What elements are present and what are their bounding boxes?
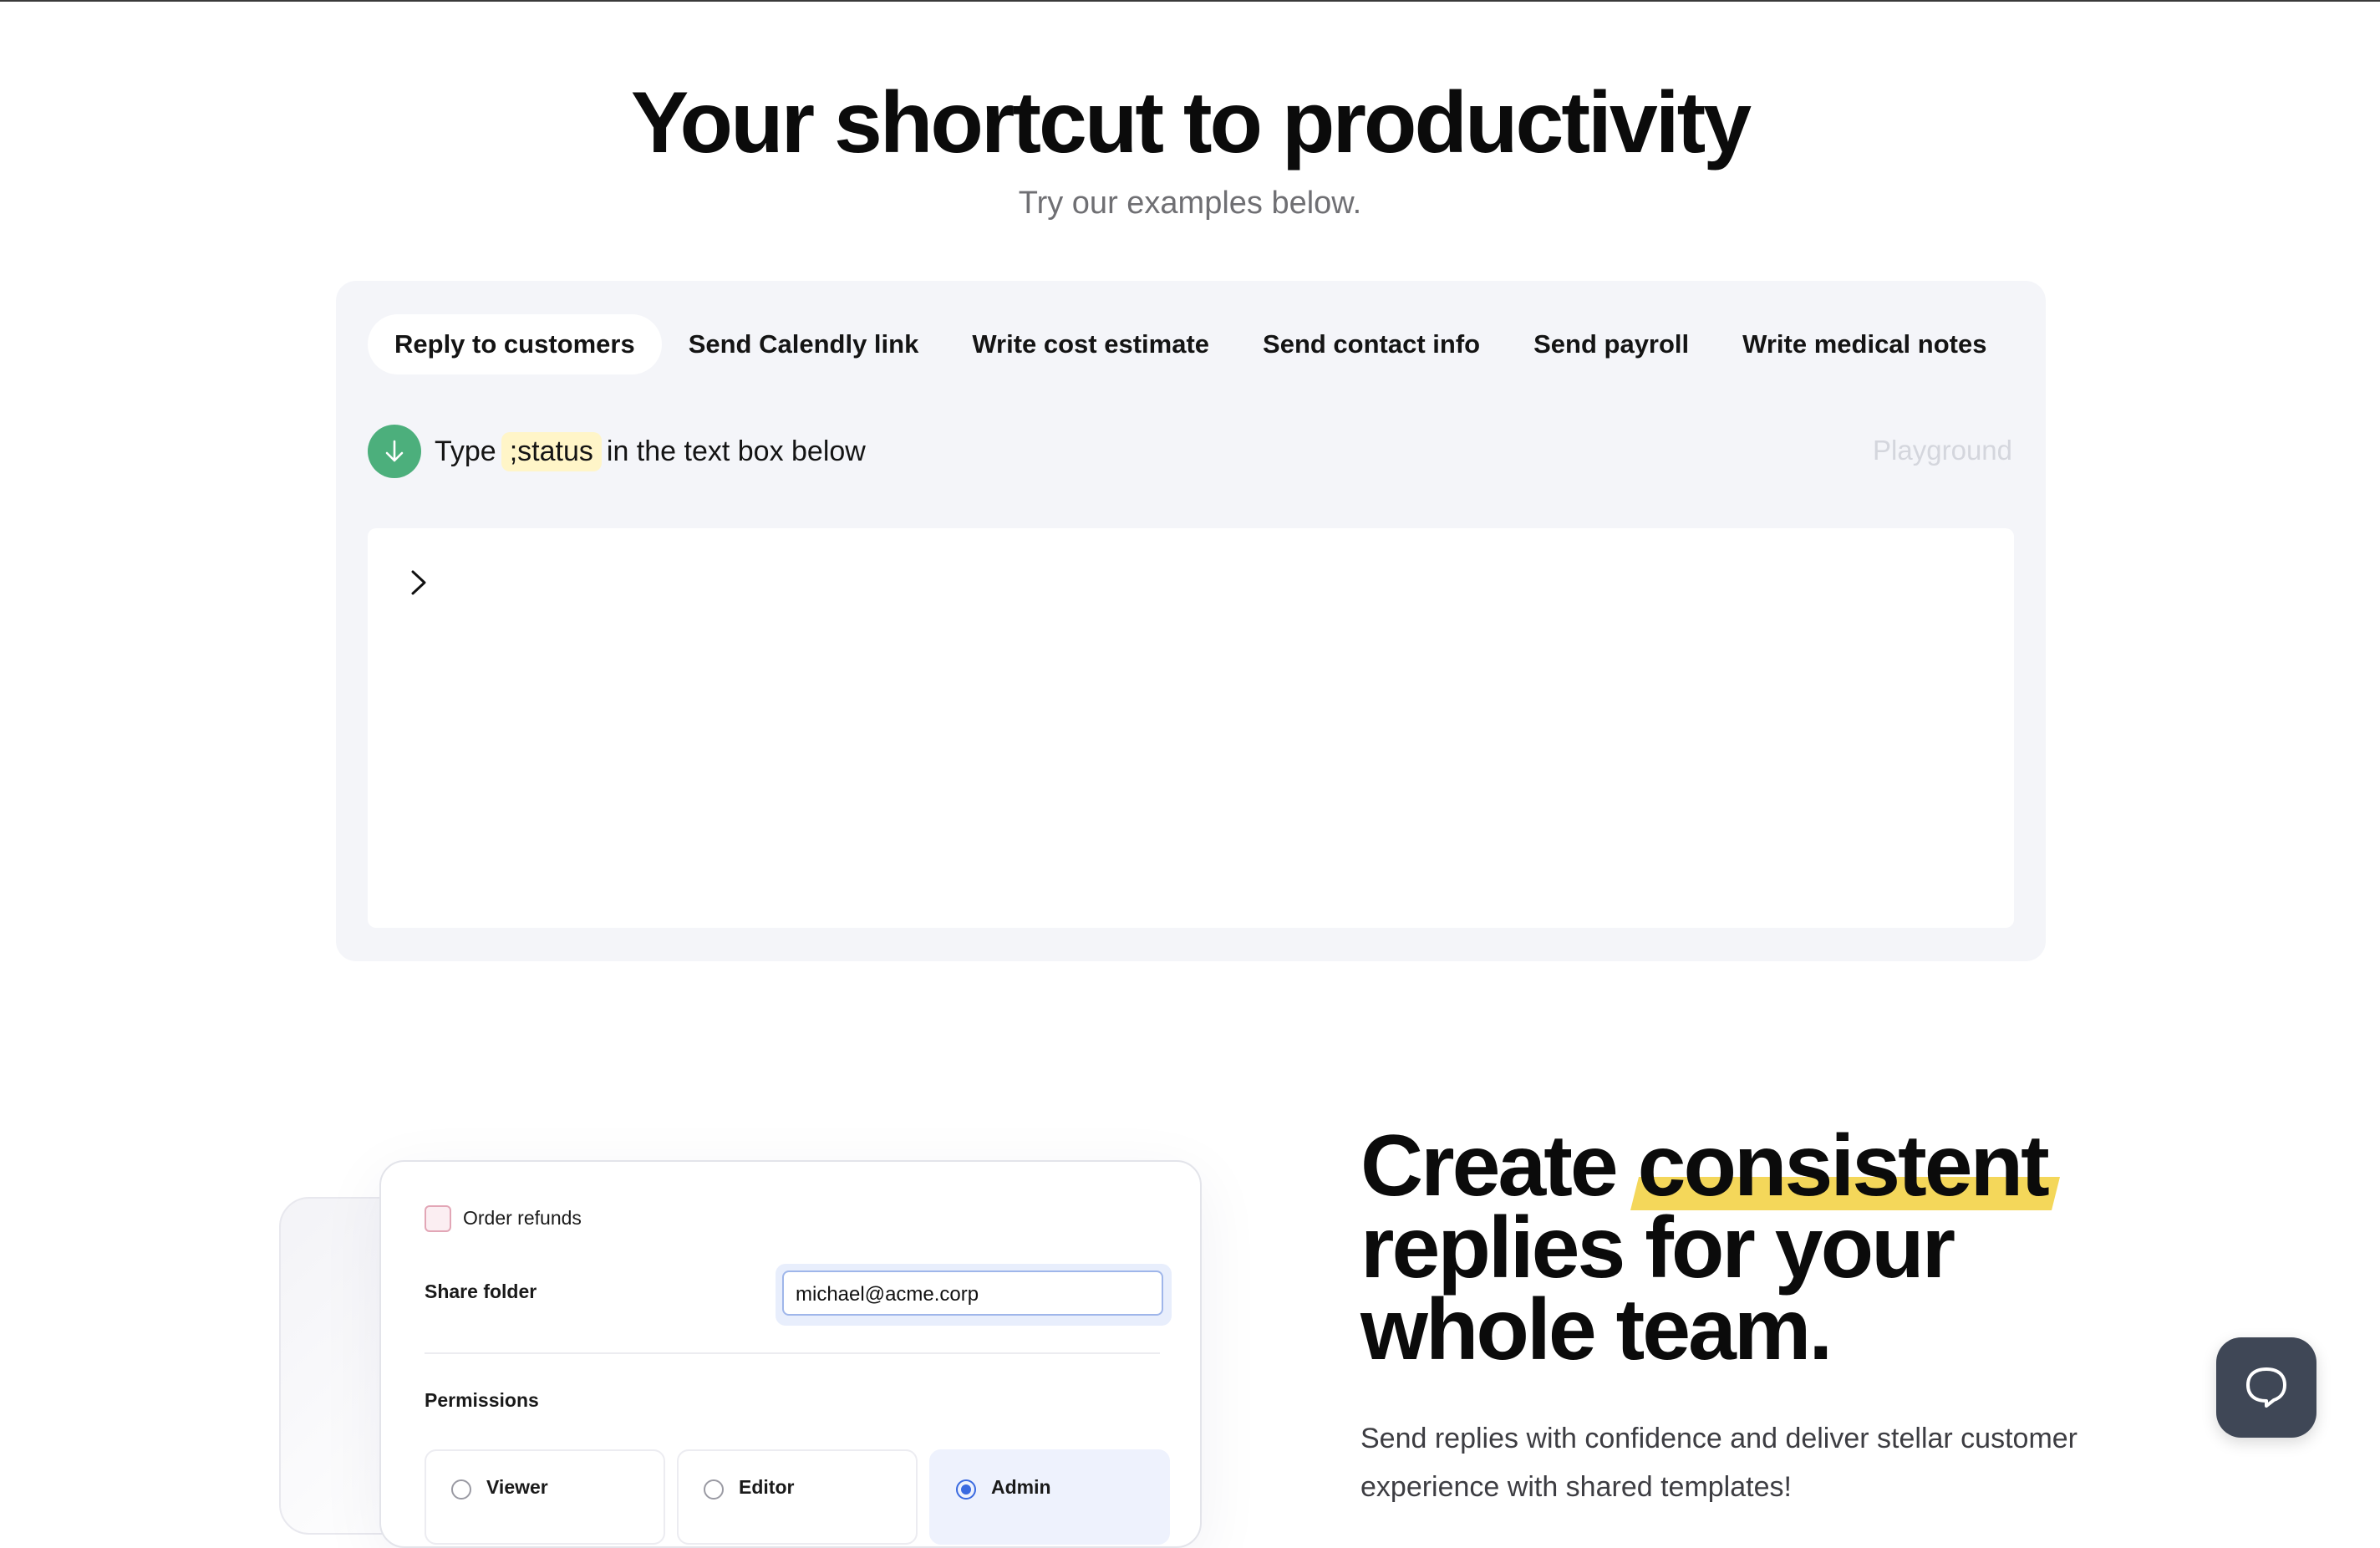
example-tabs: Reply to customers Send Calendly link Wr…	[368, 314, 2013, 374]
chat-bubble-icon	[2246, 1367, 2286, 1408]
folder-settings-card: Order refunds Share folder michael@acme.…	[379, 1160, 1202, 1548]
divider	[425, 1352, 1160, 1354]
instruction-hint: Type ;status in the text box below	[368, 425, 866, 478]
tab-reply-to-customers[interactable]: Reply to customers	[368, 314, 662, 374]
tab-write-cost-estimate[interactable]: Write cost estimate	[945, 314, 1236, 374]
permissions-label: Permissions	[425, 1389, 539, 1411]
arrow-down-icon	[368, 425, 421, 478]
highlighted-word: consistent	[1637, 1118, 2050, 1214]
hero-subtitle: Try our examples below.	[1018, 186, 1362, 221]
title-line-2: replies for your	[1360, 1199, 1955, 1296]
role-label: Admin	[991, 1476, 1051, 1498]
share-input-focus-ring: michael@acme.corp	[776, 1264, 1172, 1326]
shortcut-code: ;status	[501, 431, 602, 471]
top-border	[0, 0, 2380, 2]
share-email-input[interactable]: michael@acme.corp	[782, 1270, 1163, 1316]
role-label: Editor	[739, 1476, 795, 1498]
admin-radio[interactable]	[956, 1479, 976, 1500]
role-admin[interactable]: Admin	[929, 1449, 1170, 1545]
checkbox-label: Order refunds	[463, 1207, 582, 1229]
role-label: Viewer	[486, 1476, 548, 1498]
share-folder-label: Share folder	[425, 1281, 537, 1302]
tab-send-contact-info[interactable]: Send contact info	[1236, 314, 1507, 374]
hint-prefix: Type	[435, 435, 496, 467]
role-editor[interactable]: Editor	[677, 1449, 918, 1545]
tab-send-calendly-link[interactable]: Send Calendly link	[662, 314, 946, 374]
playground-text-box[interactable]	[368, 528, 2014, 928]
editor-radio[interactable]	[704, 1479, 724, 1500]
viewer-radio[interactable]	[451, 1479, 471, 1500]
feature-title: Create consistent replies for your whole…	[1360, 1123, 2050, 1378]
tab-send-payroll[interactable]: Send payroll	[1507, 314, 1716, 374]
hint-suffix: in the text box below	[606, 435, 866, 467]
examples-panel: Reply to customers Send Calendly link Wr…	[336, 281, 2046, 961]
order-refunds-checkbox[interactable]	[425, 1205, 451, 1232]
chat-button[interactable]	[2216, 1337, 2316, 1438]
feature-description: Send replies with confidence and deliver…	[1360, 1423, 2078, 1503]
playground-label: Playground	[1873, 435, 2012, 466]
tab-write-medical-notes[interactable]: Write medical notes	[1716, 314, 2013, 374]
role-viewer[interactable]: Viewer	[425, 1449, 665, 1545]
hero-title: Your shortcut to productivity	[630, 74, 1752, 171]
chevron-right-icon	[411, 570, 426, 595]
title-line-3: whole team.	[1360, 1281, 1833, 1378]
